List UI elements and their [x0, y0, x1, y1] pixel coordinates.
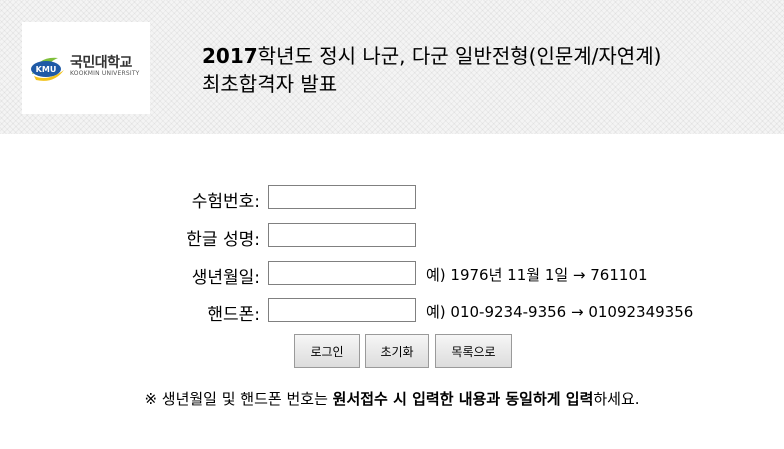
header-banner: KMU 국민대학교 KOOKMIN UNIVERSITY 2017학년도 정시 …: [0, 0, 784, 134]
login-button[interactable]: 로그인: [294, 334, 360, 368]
birth-date-input[interactable]: [268, 261, 416, 285]
notice-suffix: 하세요.: [593, 390, 640, 408]
kmu-emblem-icon: KMU: [31, 57, 64, 81]
reset-button[interactable]: 초기화: [365, 334, 429, 368]
university-logo: KMU 국민대학교 KOOKMIN UNIVERSITY: [22, 22, 150, 114]
korean-name-input[interactable]: [268, 223, 416, 247]
page-subtitle: 최초합격자 발표: [202, 72, 338, 96]
page-title: 2017학년도 정시 나군, 다군 일반전형(인문계/자연계): [202, 40, 661, 69]
phone-label: 핸드폰:: [207, 305, 260, 325]
notice-prefix: ※ 생년월일 및 핸드폰 번호는: [144, 390, 333, 408]
exam-number-input[interactable]: [268, 185, 416, 209]
back-to-list-button[interactable]: 목록으로: [435, 334, 512, 368]
birth-date-hint: 예) 1976년 11월 1일 → 761101: [426, 266, 648, 284]
korean-name-row: 한글 성명:: [0, 223, 784, 251]
logo-name-korean: 국민대학교: [70, 55, 132, 71]
emblem-text: KMU: [36, 65, 57, 74]
birth-date-label: 생년월일:: [191, 268, 260, 288]
exam-number-label: 수험번호:: [191, 192, 260, 212]
phone-row: 핸드폰: 예) 010-9234-9356 → 01092349356: [0, 298, 784, 326]
title-text: 학년도 정시 나군, 다군 일반전형(인문계/자연계): [257, 44, 662, 68]
korean-name-label: 한글 성명:: [186, 230, 260, 250]
notice-emphasis: 원서접수 시 입력한 내용과 동일하게 입력: [332, 390, 594, 408]
phone-hint: 예) 010-9234-9356 → 01092349356: [426, 303, 694, 321]
title-year: 2017: [202, 44, 258, 68]
logo-name-english: KOOKMIN UNIVERSITY: [70, 70, 140, 77]
birth-date-row: 생년월일: 예) 1976년 11월 1일 → 761101: [0, 261, 784, 289]
input-notice: ※ 생년월일 및 핸드폰 번호는 원서접수 시 입력한 내용과 동일하게 입력하…: [0, 388, 784, 409]
exam-number-row: 수험번호:: [0, 185, 784, 213]
phone-input[interactable]: [268, 298, 416, 322]
